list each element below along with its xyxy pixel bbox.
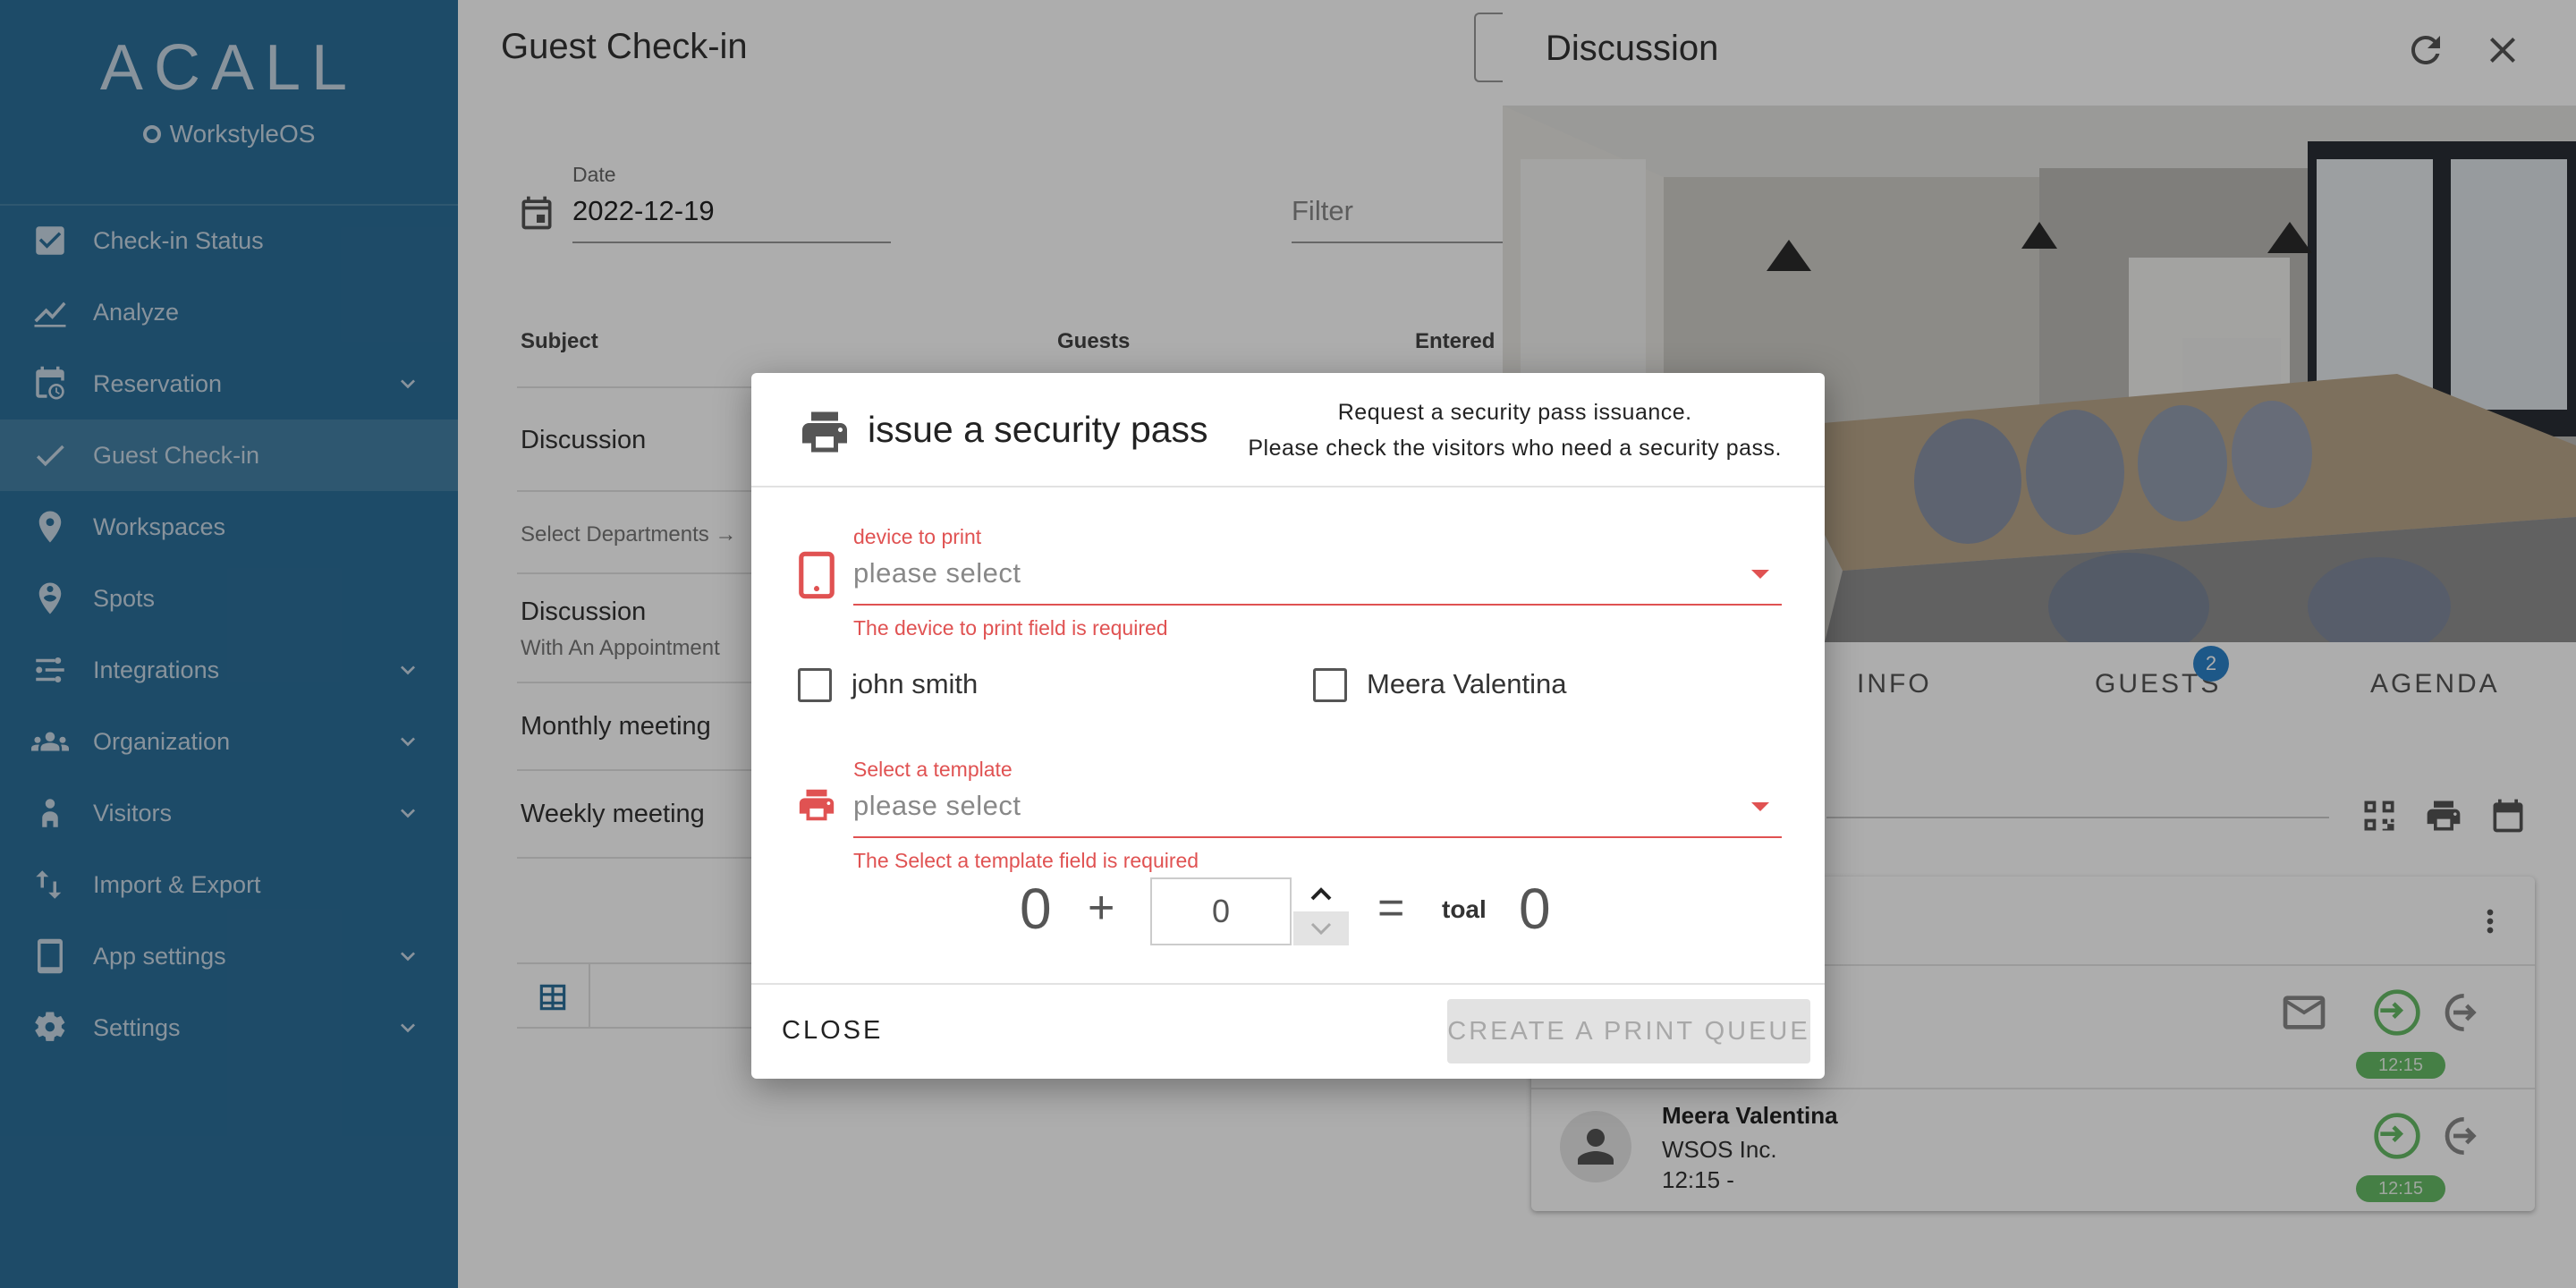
increment-button[interactable]	[1293, 877, 1349, 911]
device-select[interactable]: please select	[853, 557, 1021, 589]
printer-icon	[796, 784, 837, 826]
device-underline	[853, 604, 1782, 606]
template-label: Select a template	[853, 758, 1013, 781]
guest-checkbox-label[interactable]: Meera Valentina	[1367, 668, 1566, 700]
guest-checkbox-meera-valentina[interactable]	[1313, 668, 1347, 702]
extra-count-input[interactable]: 0	[1150, 877, 1292, 945]
dropdown-arrow-icon[interactable]	[1751, 802, 1769, 811]
base-count: 0	[1020, 877, 1052, 941]
tablet-icon	[796, 550, 837, 600]
dialog-title: issue a security pass	[868, 409, 1208, 450]
dialog-header: issue a security pass Request a security…	[751, 373, 1825, 487]
device-label: device to print	[853, 525, 982, 548]
decrement-button[interactable]	[1293, 911, 1349, 945]
template-select[interactable]: please select	[853, 790, 1021, 822]
guest-checkbox-label[interactable]: john smith	[852, 668, 978, 700]
guest-checkbox-john-smith[interactable]	[798, 668, 832, 702]
dropdown-arrow-icon[interactable]	[1751, 570, 1769, 579]
printer-icon	[798, 405, 852, 459]
dialog-description: Request a security pass issuance. Please…	[1248, 394, 1782, 466]
close-button[interactable]: CLOSE	[782, 1010, 883, 1051]
create-print-queue-button[interactable]: CREATE A PRINT QUEUE	[1447, 999, 1810, 1063]
total-label: toal	[1442, 895, 1487, 923]
plus-sign: +	[1088, 882, 1115, 934]
description-line: Please check the visitors who need a sec…	[1248, 436, 1782, 461]
device-error: The device to print field is required	[853, 616, 1168, 640]
template-underline	[853, 836, 1782, 838]
security-pass-dialog: issue a security pass Request a security…	[751, 373, 1825, 1079]
template-error: The Select a template field is required	[853, 849, 1199, 872]
total-count: 0	[1519, 877, 1551, 941]
equals-sign: =	[1377, 882, 1405, 934]
description-line: Request a security pass issuance.	[1337, 400, 1692, 425]
divider	[751, 983, 1825, 985]
